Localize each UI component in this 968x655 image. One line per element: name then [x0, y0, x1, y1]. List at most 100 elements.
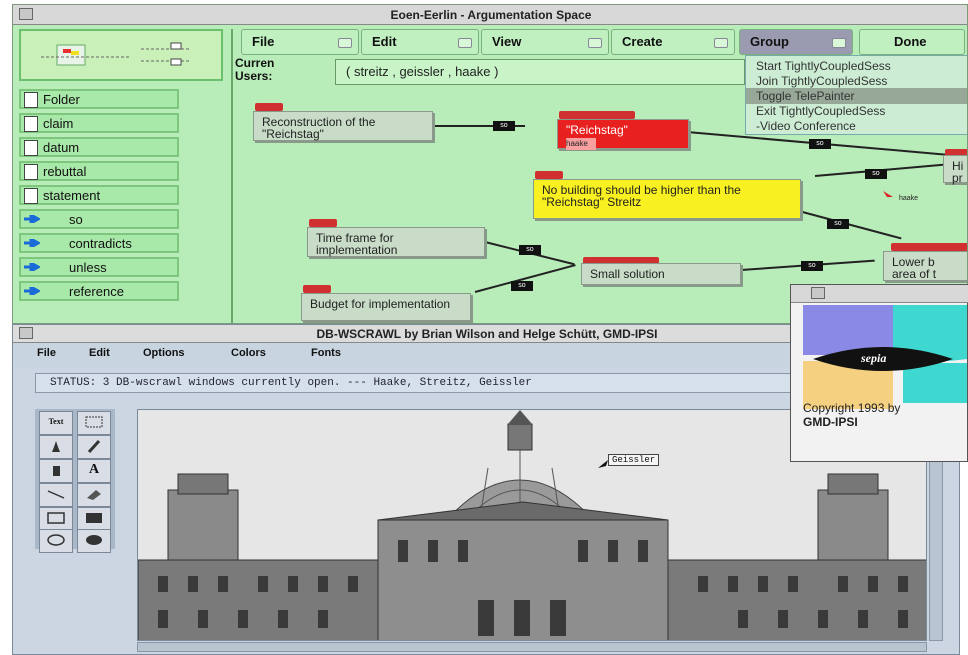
menu-view[interactable]: View	[481, 29, 609, 55]
palette-item-folder[interactable]: Folder	[19, 89, 179, 109]
menu-file[interactable]: File	[241, 29, 359, 55]
edge-label: so	[511, 281, 533, 291]
node-small-solution[interactable]: Small solution	[581, 263, 741, 285]
palette-item-label: Folder	[43, 92, 80, 107]
palette-item-label: unless	[69, 260, 107, 275]
text-tool-icon[interactable]: Text	[39, 411, 73, 435]
dropdown-icon	[588, 38, 602, 48]
edge-label: so	[801, 261, 823, 271]
node-type-tag	[303, 285, 331, 293]
done-button[interactable]: Done	[859, 29, 965, 55]
filled-oval-tool-icon[interactable]	[77, 529, 111, 553]
current-users-label: Curren Users:	[235, 56, 275, 83]
horizontal-scrollbar[interactable]	[137, 642, 927, 652]
node-highlighted[interactable]: "Reichstag" haake	[557, 119, 689, 150]
menu-item-join-session[interactable]: Join TightlyCoupledSess	[746, 73, 967, 89]
menu-edit[interactable]: Edit	[89, 347, 110, 359]
pane-splitter[interactable]	[231, 29, 233, 323]
menu-item-video-conference[interactable]: -Video Conference	[746, 118, 967, 134]
node-type-tag	[309, 219, 337, 227]
eraser-tool-icon[interactable]	[77, 483, 111, 507]
menu-colors[interactable]: Colors	[231, 347, 266, 359]
menu-edit[interactable]: Edit	[361, 29, 479, 55]
node-budget[interactable]: Budget for implementation	[301, 293, 471, 321]
menu-label: Edit	[372, 34, 397, 49]
status-bar: STATUS: 3 DB-wscrawl windows currently o…	[35, 373, 795, 393]
palette-item-so[interactable]: so	[19, 209, 179, 229]
edge-label: so	[519, 245, 541, 255]
overview-map-icon	[41, 42, 191, 66]
text-a-tool-icon[interactable]: A	[77, 459, 111, 483]
window-title: Eoen-Eerlin - Argumentation Space	[13, 5, 967, 25]
current-users-field: ( streitz , geissler , haake )	[335, 59, 745, 85]
document-icon	[24, 188, 38, 204]
dropdown-icon	[458, 38, 472, 48]
menu-label: Create	[622, 34, 663, 49]
company-name: GMD-IPSI	[803, 415, 858, 429]
copyright-text: Copyright 1993 by	[803, 401, 901, 415]
edge-label: so	[809, 139, 831, 149]
palette-item-statement[interactable]: statement	[19, 185, 179, 205]
logo-text: sepia	[861, 351, 887, 365]
document-icon	[24, 116, 38, 132]
oval-tool-icon[interactable]	[39, 529, 73, 553]
about-window: sepia Copyright 1993 by GMD-IPSI	[790, 284, 968, 462]
group-menu: Start TightlyCoupledSess Join TightlyCou…	[745, 55, 967, 135]
palette-item-reference[interactable]: reference	[19, 281, 179, 301]
palette-item-label: claim	[43, 116, 74, 131]
palette-item-label: contradicts	[69, 236, 132, 251]
menu-file[interactable]: File	[37, 347, 56, 359]
palette-item-label: datum	[43, 140, 80, 155]
node-type-tag	[255, 103, 283, 111]
node-type-tag	[891, 243, 967, 251]
node-lower[interactable]: Lower b area of t	[883, 251, 967, 281]
window-menu-icon[interactable]	[811, 287, 825, 299]
rectangle-tool-icon[interactable]	[39, 507, 73, 531]
arrow-right-icon	[24, 287, 40, 295]
menu-label: View	[492, 34, 522, 49]
line-tool-icon[interactable]	[39, 483, 73, 507]
rect-select-icon[interactable]	[77, 411, 111, 435]
palette-item-label: statement	[43, 188, 101, 203]
window-titlebar	[791, 285, 968, 303]
edge-label: so	[865, 169, 887, 179]
pencil-tool-icon[interactable]	[77, 435, 111, 459]
telepointer-label: Geissler	[608, 454, 660, 466]
document-icon	[24, 140, 38, 156]
arrow-right-icon	[24, 215, 40, 223]
menu-fonts[interactable]: Fonts	[311, 347, 341, 359]
dropdown-icon	[832, 38, 846, 48]
dropdown-icon	[338, 38, 352, 48]
node-reconstruction[interactable]: Reconstruction of the "Reichstag"	[253, 111, 433, 141]
spray-tool-icon[interactable]	[39, 459, 73, 483]
palette-item-unless[interactable]: unless	[19, 257, 179, 277]
menu-item-exit-session[interactable]: Exit TightlyCoupledSess	[746, 103, 967, 119]
node-timeframe[interactable]: Time frame for implementation	[307, 227, 485, 257]
menu-label: Group	[750, 34, 789, 49]
cursor-user-label: haake	[899, 195, 919, 202]
arrow-right-icon	[24, 263, 40, 271]
argumentation-window: Eoen-Eerlin - Argumentation Space Folder…	[12, 4, 968, 324]
window-menu-icon[interactable]	[19, 327, 33, 339]
edge-label: so	[827, 219, 849, 229]
window-menu-icon[interactable]	[19, 8, 33, 20]
menu-item-toggle-telepainter[interactable]: Toggle TelePainter	[746, 88, 967, 104]
overview-thumbnail[interactable]	[19, 29, 223, 81]
palette-item-rebuttal[interactable]: rebuttal	[19, 161, 179, 181]
palette-item-contradicts[interactable]: contradicts	[19, 233, 179, 253]
node-no-building[interactable]: No building should be higher than the "R…	[533, 179, 801, 219]
edge-label: so	[493, 121, 515, 131]
menu-options[interactable]: Options	[143, 347, 185, 359]
node-right-top[interactable]: Hi pr	[943, 155, 967, 184]
cursor-arrow-icon	[883, 191, 893, 197]
palette-item-datum[interactable]: datum	[19, 137, 179, 157]
menu-item-start-session[interactable]: Start TightlyCoupledSess	[746, 58, 967, 74]
stamp-tool-icon[interactable]	[39, 435, 73, 459]
palette-item-claim[interactable]: claim	[19, 113, 179, 133]
filled-rectangle-tool-icon[interactable]	[77, 507, 111, 531]
menu-group[interactable]: Group	[739, 29, 853, 55]
menu-create[interactable]: Create	[611, 29, 735, 55]
node-author: haake	[566, 138, 596, 150]
drawing-tools: Text A	[35, 409, 115, 553]
palette-item-label: so	[69, 212, 83, 227]
